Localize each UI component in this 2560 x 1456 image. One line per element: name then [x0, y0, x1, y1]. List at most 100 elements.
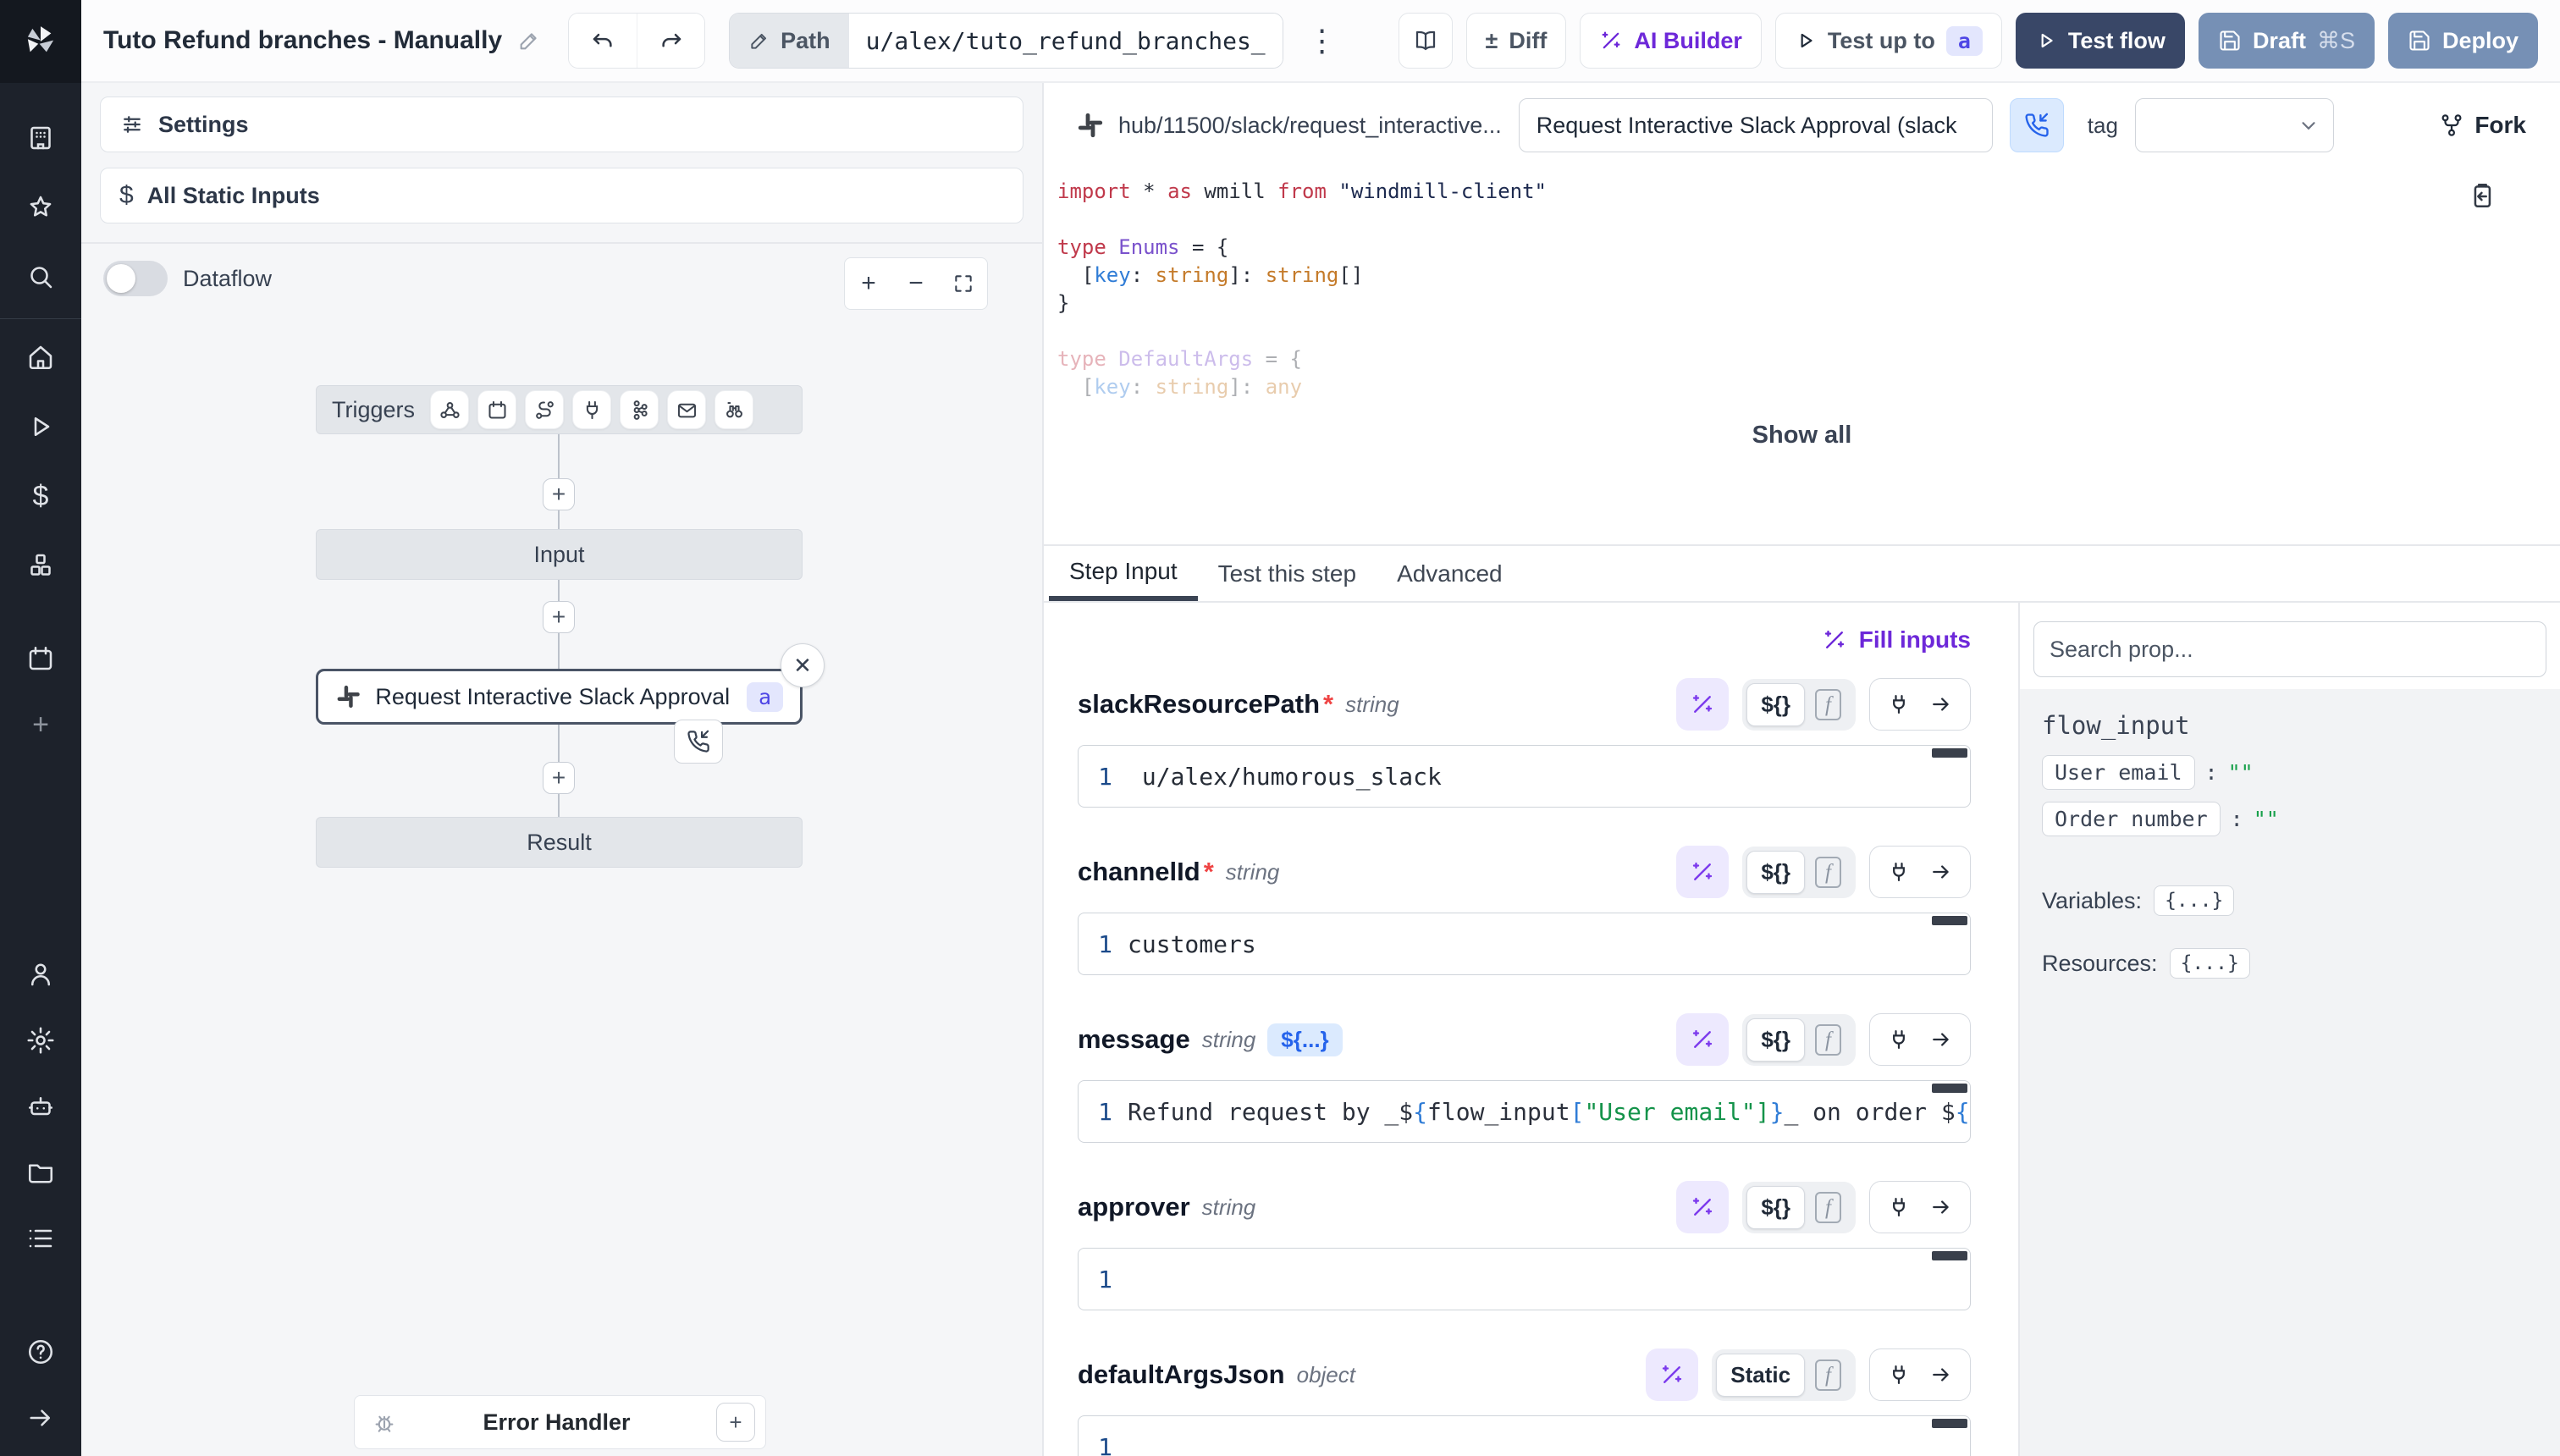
add-error-handler-button[interactable]: +	[716, 1403, 755, 1442]
expand-sidebar-icon[interactable]	[25, 1402, 57, 1434]
plug-icon[interactable]	[1887, 1195, 1911, 1219]
mode-template-option[interactable]: ${}	[1746, 1186, 1805, 1229]
mode-template-option[interactable]: ${}	[1746, 851, 1805, 894]
undo-button[interactable]	[569, 14, 637, 68]
search-prop-input[interactable]	[2033, 621, 2546, 677]
insert-step-button[interactable]: +	[543, 601, 575, 633]
diff-button[interactable]: ±Diff	[1466, 13, 1567, 69]
slack-approval-step-node[interactable]: Request Interactive Slack Approval (... …	[316, 669, 803, 725]
input-node[interactable]: Input	[316, 529, 803, 580]
arrow-right-icon[interactable]	[1929, 1363, 1953, 1387]
workers-icon[interactable]	[25, 1090, 57, 1122]
field-editor[interactable]: 1 Refund request by _${flow_input["User …	[1078, 1080, 1971, 1143]
http-route-trigger-icon[interactable]	[525, 390, 564, 429]
editor-scrollbar[interactable]	[1932, 1251, 1967, 1260]
schedule-trigger-icon[interactable]	[477, 390, 516, 429]
field-editor[interactable]: 1 customers	[1078, 913, 1971, 975]
scheduled-poll-trigger-icon[interactable]	[714, 390, 753, 429]
editor-scrollbar[interactable]	[1932, 1084, 1967, 1093]
workspace-icon[interactable]	[25, 122, 57, 154]
prop-pill[interactable]: User email	[2042, 755, 2195, 790]
input-mode-toggle[interactable]: ${} f	[1742, 847, 1856, 898]
folders-icon[interactable]	[25, 1156, 57, 1189]
draft-button[interactable]: Draft ⌘S	[2199, 13, 2375, 69]
code-preview[interactable]: import * as wmill from "windmill-client"…	[1044, 168, 2560, 546]
field-editor[interactable]: 1 u/alex/humorous_slack	[1078, 745, 1971, 808]
path-value[interactable]: u/alex/tuto_refund_branches_	[849, 14, 1283, 68]
home-icon[interactable]	[25, 341, 57, 373]
websocket-trigger-icon[interactable]	[572, 390, 611, 429]
field-editor[interactable]: 1	[1078, 1415, 1971, 1456]
editor-scrollbar[interactable]	[1932, 1419, 1967, 1428]
flow-input-root[interactable]: flow_input	[2042, 711, 2538, 740]
insert-step-button[interactable]: +	[543, 762, 575, 794]
fill-inputs-button[interactable]: Fill inputs	[1822, 626, 1971, 654]
mode-function-option[interactable]: f	[1815, 1024, 1841, 1056]
schedules-icon[interactable]	[25, 643, 57, 675]
edit-title-icon[interactable]	[517, 29, 541, 52]
input-mode-toggle[interactable]: ${} f	[1742, 679, 1856, 731]
apps-list-icon[interactable]	[25, 1222, 57, 1255]
plug-icon[interactable]	[1887, 860, 1911, 884]
mode-template-option[interactable]: ${}	[1746, 1018, 1805, 1062]
resources-icon[interactable]	[25, 549, 57, 582]
ai-suggest-button[interactable]	[1646, 1348, 1698, 1401]
show-all-button[interactable]: Show all	[1752, 422, 1852, 449]
editor-content[interactable]: u/alex/humorous_slack	[1128, 763, 1970, 791]
field-editor[interactable]: 1	[1078, 1248, 1971, 1310]
suspend-approval-icon[interactable]	[674, 720, 723, 764]
result-node[interactable]: Result	[316, 817, 803, 868]
search-icon[interactable]	[25, 261, 57, 293]
resources-collapsed-pill[interactable]: {...}	[2170, 948, 2250, 979]
plug-icon[interactable]	[1887, 1028, 1911, 1051]
editor-scrollbar[interactable]	[1932, 748, 1967, 758]
runs-icon[interactable]	[25, 411, 57, 443]
approval-step-toggle-button[interactable]	[2010, 98, 2064, 152]
step-summary-input[interactable]	[1519, 98, 1993, 152]
plug-icon[interactable]	[1887, 692, 1911, 716]
editor-content[interactable]: customers	[1128, 930, 1970, 958]
email-trigger-icon[interactable]	[667, 390, 706, 429]
resources-section[interactable]: Resources: {...}	[2042, 948, 2538, 979]
mode-static-option[interactable]: Static	[1716, 1354, 1805, 1397]
fork-button[interactable]: Fork	[2439, 112, 2526, 139]
path-button[interactable]: Path	[730, 14, 849, 68]
variables-section[interactable]: Variables: {...}	[2042, 885, 2538, 916]
zoom-in-button[interactable]: +	[845, 258, 892, 309]
mode-function-option[interactable]: f	[1815, 857, 1841, 888]
mode-function-option[interactable]: f	[1815, 689, 1841, 720]
input-mode-toggle[interactable]: ${} f	[1742, 1182, 1856, 1233]
variables-collapsed-pill[interactable]: {...}	[2154, 885, 2234, 916]
ai-suggest-button[interactable]	[1676, 678, 1729, 731]
flow-settings-button[interactable]: Settings	[100, 97, 1023, 152]
dataflow-toggle[interactable]	[103, 261, 168, 296]
help-icon[interactable]	[25, 1336, 57, 1368]
insert-step-button[interactable]: +	[543, 478, 575, 510]
tab-advanced[interactable]: Advanced	[1377, 546, 1523, 601]
prop-row-user-email[interactable]: User email : ""	[2042, 755, 2538, 790]
favorites-star-icon[interactable]	[25, 191, 57, 223]
delete-step-button[interactable]: ✕	[781, 643, 825, 687]
test-up-to-button[interactable]: Test up to a	[1775, 13, 2002, 69]
variables-icon[interactable]: $	[25, 480, 57, 512]
add-icon[interactable]: +	[25, 709, 57, 741]
path-control[interactable]: Path u/alex/tuto_refund_branches_	[729, 13, 1283, 69]
deploy-button[interactable]: Deploy	[2388, 13, 2538, 69]
copy-code-icon[interactable]	[2467, 181, 2496, 210]
plug-icon[interactable]	[1887, 1363, 1911, 1387]
fit-view-button[interactable]	[940, 258, 987, 309]
user-icon[interactable]	[25, 958, 57, 990]
docs-book-button[interactable]	[1399, 13, 1453, 69]
arrow-right-icon[interactable]	[1929, 1028, 1953, 1051]
mode-function-option[interactable]: f	[1815, 1192, 1841, 1223]
redo-button[interactable]	[637, 14, 704, 68]
input-mode-toggle[interactable]: Static f	[1712, 1349, 1856, 1401]
error-handler-node[interactable]: Error Handler +	[354, 1395, 766, 1449]
more-menu-button[interactable]: ⋮	[1299, 23, 1346, 58]
editor-content[interactable]: Refund request by _${flow_input["User em…	[1128, 1098, 1970, 1126]
settings-gear-icon[interactable]	[25, 1024, 57, 1056]
ai-suggest-button[interactable]	[1676, 1181, 1729, 1233]
triggers-node[interactable]: Triggers	[316, 385, 803, 434]
zoom-out-button[interactable]: −	[892, 258, 940, 309]
arrow-right-icon[interactable]	[1929, 1195, 1953, 1219]
